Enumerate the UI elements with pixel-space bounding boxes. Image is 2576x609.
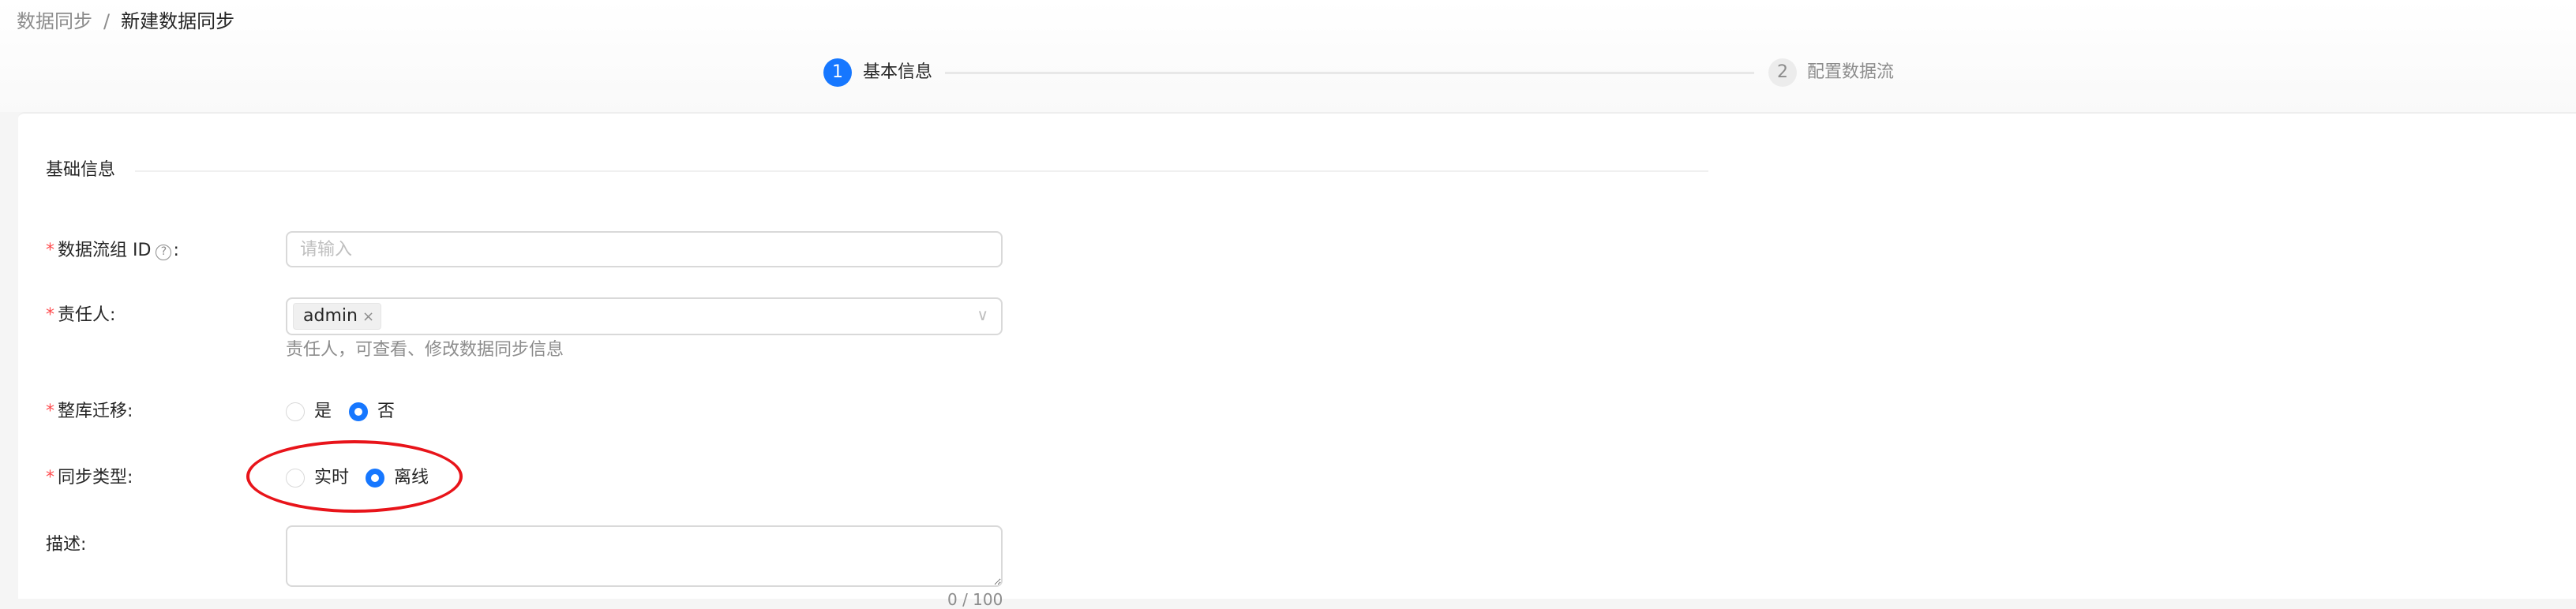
description-counter: 0 / 100 [947, 590, 1003, 609]
radio-circle[interactable] [286, 402, 305, 421]
section-title: 基础信息 [46, 160, 116, 180]
description-label: 描述: [46, 533, 86, 557]
group-id-label: * 数据流组 ID?: [46, 239, 179, 263]
owner-tag: admin × [293, 303, 382, 330]
step-1-label: 基本信息 [863, 62, 933, 82]
section-divider [135, 170, 1708, 172]
whole-db-label: * 整库迁移: [46, 400, 133, 424]
required-mark: * [46, 468, 54, 488]
description-label-text: 描述 [46, 535, 81, 555]
annotation-ellipse [246, 440, 463, 513]
step-1-indicator: 1 [823, 58, 852, 87]
description-textarea[interactable] [286, 525, 1003, 587]
question-circle-icon[interactable]: ? [156, 245, 172, 260]
group-id-label-text: 数据流组 ID [58, 241, 152, 260]
page-header: 数据同步 / 新建数据同步 1 基本信息 2 配置数据流 [0, 0, 2576, 112]
whole-db-label-text: 整库迁移 [58, 402, 128, 421]
required-mark: * [46, 241, 54, 260]
step-connector [945, 72, 1754, 74]
sync-type-label: * 同步类型: [46, 466, 133, 490]
radio-label: 否 [377, 402, 396, 421]
owner-tag-text: admin [303, 306, 358, 326]
colon: : [110, 305, 116, 325]
radio-circle-checked[interactable] [349, 402, 368, 421]
colon: : [81, 535, 87, 555]
close-icon[interactable]: × [362, 308, 374, 325]
owner-label-text: 责任人 [58, 305, 111, 325]
radio-label: 是 [314, 402, 332, 421]
owner-label: * 责任人: [46, 304, 115, 327]
step-2-indicator: 2 [1768, 58, 1797, 87]
group-id-input[interactable] [286, 231, 1003, 267]
breadcrumb: 数据同步 / 新建数据同步 [17, 9, 234, 33]
breadcrumb-separator: / [103, 10, 111, 32]
chevron-down-icon[interactable]: ∨ [977, 305, 988, 324]
sync-type-label-text: 同步类型 [58, 468, 128, 488]
colon: : [127, 468, 133, 488]
colon: : [173, 241, 179, 260]
step-2-label: 配置数据流 [1807, 62, 1895, 82]
whole-db-radio-no[interactable]: 否 [349, 400, 395, 424]
required-mark: * [46, 305, 54, 325]
colon: : [127, 402, 133, 421]
breadcrumb-parent[interactable]: 数据同步 [17, 10, 92, 32]
owner-select[interactable]: admin × ∨ [286, 297, 1003, 335]
whole-db-radio-yes[interactable]: 是 [286, 400, 332, 424]
required-mark: * [46, 402, 54, 421]
owner-hint: 责任人，可查看、修改数据同步信息 [286, 340, 564, 360]
breadcrumb-current: 新建数据同步 [121, 10, 235, 32]
